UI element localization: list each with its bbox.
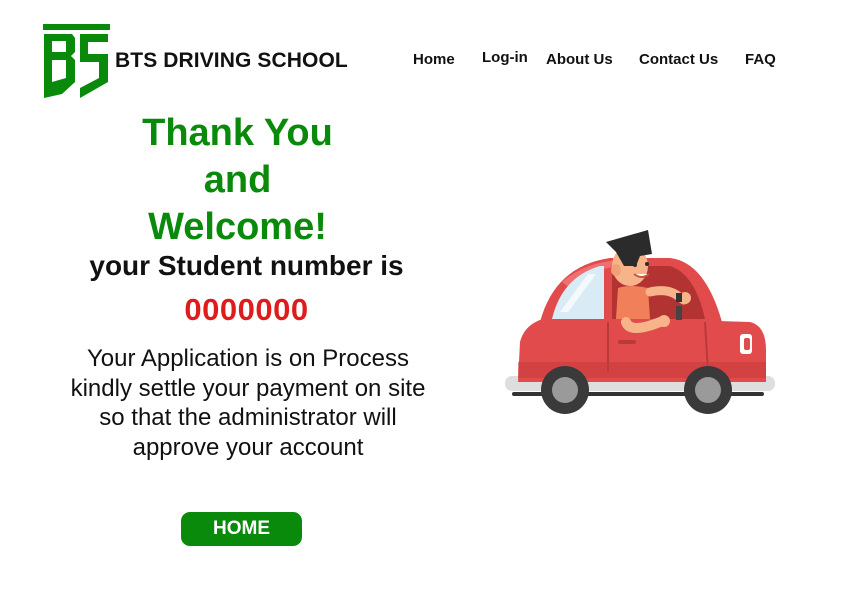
student-number-label: your Student number is [89,250,404,281]
nav-login[interactable]: Log-in [482,49,528,66]
application-status-message: Your Application is on Process kindly se… [40,344,456,462]
nav-faq[interactable]: FAQ [745,51,776,68]
bts-logo-icon[interactable] [40,22,112,100]
student-number-value: 0000000 [184,292,309,327]
heading-line: Thank You [142,112,333,154]
message-line: so that the administrator will [99,404,397,431]
nav-about-us[interactable]: About Us [546,51,613,68]
driver-in-car-illustration [505,230,775,414]
heading-line: and [203,159,272,201]
nav-home[interactable]: Home [413,51,455,68]
message-line: kindly settle your payment on site [70,374,426,402]
brand-name: BTS DRIVING SCHOOL [115,49,348,72]
message-line: Your Application is on Process [87,345,409,372]
heading-line: Welcome! [148,206,327,248]
welcome-heading: Thank You and Welcome! [110,110,365,251]
nav-contact-us[interactable]: Contact Us [639,51,718,68]
home-button[interactable]: HOME [181,512,302,546]
message-line: approve your account [132,433,364,461]
